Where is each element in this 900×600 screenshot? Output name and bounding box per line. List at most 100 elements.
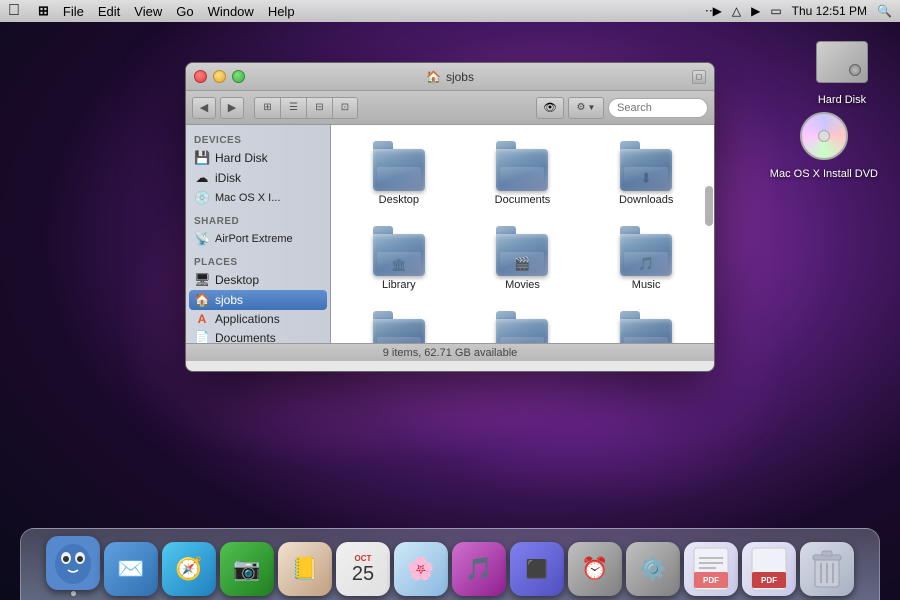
dock-item-trash[interactable] bbox=[800, 542, 854, 596]
file-item-public[interactable]: 👤 Public bbox=[465, 305, 581, 343]
sidebar-item-macos-install[interactable]: 💿 Mac OS X I... bbox=[186, 188, 330, 208]
dock-item-itunes[interactable]: 🎵 bbox=[452, 542, 506, 596]
dock-item-pdf2[interactable]: PDF bbox=[742, 542, 796, 596]
dock-item-finder[interactable] bbox=[46, 536, 100, 596]
dock-item-mail[interactable]: ✉️ bbox=[104, 542, 158, 596]
apple-menu[interactable]:  bbox=[8, 2, 20, 20]
minimize-button[interactable] bbox=[213, 70, 226, 83]
finder-window: 🏠 sjobs ◻ ◀ ▶ ⊞ ☰ ⊟ ⊡ 👁 ⚙ ▼ DEVICES bbox=[185, 62, 715, 372]
action-button[interactable]: ⚙ ▼ bbox=[568, 97, 604, 119]
sidebar: DEVICES 💾 Hard Disk ☁ iDisk 💿 Mac OS X I… bbox=[186, 125, 331, 343]
pictures-folder-icon: 📷 bbox=[371, 311, 427, 343]
dock-item-facetime[interactable]: 📷 bbox=[220, 542, 274, 596]
dock-item-expose[interactable]: ⬛ bbox=[510, 542, 564, 596]
sidebar-item-applications[interactable]: A Applications bbox=[186, 310, 330, 328]
svg-text:PDF: PDF bbox=[761, 576, 777, 585]
statusbar: 9 items, 62.71 GB available bbox=[186, 343, 714, 361]
view-cover-button[interactable]: ⊡ bbox=[332, 97, 358, 119]
bluetooth-icon[interactable]: ⋅⋅▶ bbox=[705, 4, 722, 18]
devices-header: DEVICES bbox=[186, 131, 330, 148]
main-area: DEVICES 💾 Hard Disk ☁ iDisk 💿 Mac OS X I… bbox=[186, 125, 714, 343]
sites-folder-icon: 🌐 bbox=[618, 311, 674, 343]
sidebar-item-idisk[interactable]: ☁ iDisk bbox=[186, 168, 330, 188]
file-item-desktop[interactable]: Desktop bbox=[341, 135, 457, 212]
downloads-folder-label: Downloads bbox=[619, 194, 673, 206]
library-folder-label: Library bbox=[382, 279, 416, 291]
dvd-icon bbox=[796, 108, 852, 164]
volume-icon[interactable]: ▶ bbox=[751, 4, 760, 18]
traffic-lights bbox=[194, 70, 245, 83]
sidebar-item-sjobs[interactable]: 🏠 sjobs bbox=[189, 290, 327, 310]
file-item-pictures[interactable]: 📷 Pictures bbox=[341, 305, 457, 343]
dock-item-timemachine[interactable]: ⏰ bbox=[568, 542, 622, 596]
clock: Thu 12:51 PM bbox=[792, 4, 867, 18]
sidebar-item-airport[interactable]: 📡 AirPort Extreme bbox=[186, 229, 330, 249]
menu-help[interactable]: Help bbox=[268, 4, 295, 19]
menu-view[interactable]: View bbox=[134, 4, 162, 19]
toolbar: ◀ ▶ ⊞ ☰ ⊟ ⊡ 👁 ⚙ ▼ bbox=[186, 91, 714, 125]
menu-file[interactable]: File bbox=[63, 4, 84, 19]
music-folder-icon: 🎵 bbox=[618, 226, 674, 276]
maximize-button[interactable] bbox=[232, 70, 245, 83]
file-item-movies[interactable]: 🎬 Movies bbox=[465, 220, 581, 297]
view-list-button[interactable]: ☰ bbox=[280, 97, 306, 119]
dock-item-addressbook[interactable]: 📒 bbox=[278, 542, 332, 596]
back-button[interactable]: ◀ bbox=[192, 97, 216, 119]
shared-header: SHARED bbox=[186, 212, 330, 229]
hard-disk-icon bbox=[814, 34, 870, 90]
sidebar-item-documents[interactable]: 📄 Documents bbox=[186, 328, 330, 343]
svg-text:PDF: PDF bbox=[703, 576, 719, 585]
dvd-label: Mac OS X Install DVD bbox=[770, 168, 878, 180]
expand-button[interactable]: ◻ bbox=[692, 70, 706, 84]
close-button[interactable] bbox=[194, 70, 207, 83]
view-column-button[interactable]: ⊟ bbox=[306, 97, 332, 119]
home-icon: 🏠 bbox=[426, 70, 441, 84]
menu-go[interactable]: Go bbox=[176, 4, 193, 19]
desktop-icon-dvd[interactable]: Mac OS X Install DVD bbox=[770, 108, 878, 180]
music-folder-label: Music bbox=[632, 279, 661, 291]
documents-folder-label: Documents bbox=[495, 194, 551, 206]
view-icon-button[interactable]: ⊞ bbox=[254, 97, 280, 119]
window-title: 🏠 sjobs bbox=[426, 70, 474, 84]
forward-button[interactable]: ▶ bbox=[220, 97, 244, 119]
documents-icon-small: 📄 bbox=[194, 330, 210, 343]
documents-folder-icon bbox=[494, 141, 550, 191]
battery-icon[interactable]: ▭ bbox=[770, 4, 781, 18]
dock-item-preview[interactable]: PDF bbox=[684, 542, 738, 596]
spotlight-icon[interactable]: 🔍 bbox=[877, 4, 892, 18]
desktop-icon-small: 🖥 bbox=[194, 272, 210, 288]
search-input[interactable] bbox=[608, 98, 708, 118]
dock-item-iphoto[interactable]: 🌸 bbox=[394, 542, 448, 596]
hard-disk-label: Hard Disk bbox=[818, 94, 866, 106]
dock-item-ical[interactable]: OCT 25 bbox=[336, 542, 390, 596]
menu-window[interactable]: Window bbox=[208, 4, 254, 19]
dock-item-sysprefs[interactable]: ⚙️ bbox=[626, 542, 680, 596]
sidebar-item-harddisk[interactable]: 💾 Hard Disk bbox=[186, 148, 330, 168]
file-area: Desktop Documents bbox=[331, 125, 714, 343]
library-folder-icon: 🏛 bbox=[371, 226, 427, 276]
idisk-icon: ☁ bbox=[194, 170, 210, 186]
desktop-icon-harddisk[interactable]: Hard Disk bbox=[814, 34, 870, 106]
menu-finder[interactable]: ⊞ bbox=[38, 3, 49, 19]
desktop-folder-icon bbox=[371, 141, 427, 191]
file-item-downloads[interactable]: ⬇ Downloads bbox=[588, 135, 704, 212]
menubar-left:  ⊞ File Edit View Go Window Help bbox=[8, 2, 295, 20]
file-item-library[interactable]: 🏛 Library bbox=[341, 220, 457, 297]
applications-icon: A bbox=[194, 312, 210, 326]
places-header: PLACES bbox=[186, 253, 330, 270]
file-item-sites[interactable]: 🌐 Sites bbox=[588, 305, 704, 343]
window-title-text: sjobs bbox=[446, 70, 474, 84]
public-folder-icon: 👤 bbox=[494, 311, 550, 343]
desktop-folder-label: Desktop bbox=[379, 194, 419, 206]
dock: ✉️ 🧭 📷 📒 OCT 25 🌸 🎵 bbox=[0, 518, 900, 600]
finder-running-dot bbox=[71, 591, 76, 596]
quick-look-button[interactable]: 👁 bbox=[536, 97, 564, 119]
menu-edit[interactable]: Edit bbox=[98, 4, 120, 19]
sidebar-item-desktop[interactable]: 🖥 Desktop bbox=[186, 270, 330, 290]
file-item-documents[interactable]: Documents bbox=[465, 135, 581, 212]
titlebar: 🏠 sjobs ◻ bbox=[186, 63, 714, 91]
dock-item-safari[interactable]: 🧭 bbox=[162, 542, 216, 596]
movies-folder-label: Movies bbox=[505, 279, 540, 291]
file-item-music[interactable]: 🎵 Music bbox=[588, 220, 704, 297]
wifi-icon[interactable]: △ bbox=[732, 4, 741, 18]
